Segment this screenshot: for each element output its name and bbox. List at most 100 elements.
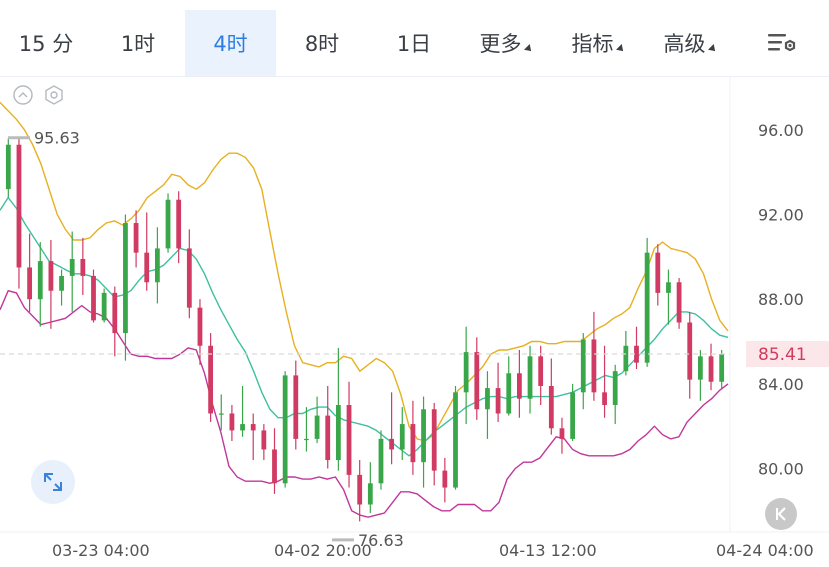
candlestick — [453, 385, 458, 490]
candlestick — [559, 417, 565, 454]
candlestick — [69, 231, 75, 312]
candlestick — [112, 286, 118, 357]
jump-to-latest-button[interactable] — [765, 498, 797, 530]
candle-body — [580, 339, 586, 393]
candlestick — [229, 405, 235, 441]
price-tick-label: 88.00 — [758, 290, 804, 309]
candle-body — [261, 430, 267, 450]
candle-body — [197, 307, 203, 346]
price-axis: 96.00 92.00 88.00 84.00 80.00 — [758, 121, 804, 479]
candlestick — [644, 237, 650, 367]
candlestick — [591, 311, 597, 401]
candlestick — [442, 457, 448, 503]
candlestick — [389, 392, 395, 465]
candlestick — [548, 358, 554, 435]
candle-body — [16, 144, 22, 268]
candlestick — [697, 350, 703, 401]
price-tick-label: 92.00 — [758, 206, 804, 225]
candle-body — [527, 356, 533, 399]
candlestick — [48, 239, 54, 329]
candlestick — [655, 244, 661, 306]
candlestick — [240, 385, 245, 437]
candle-body — [474, 352, 480, 410]
candlestick — [719, 350, 725, 389]
candle-body — [218, 413, 224, 415]
candlestick — [37, 242, 43, 327]
candlestick — [570, 383, 576, 441]
candlestick — [506, 356, 512, 416]
candle-body — [676, 282, 682, 323]
candle-body — [591, 339, 597, 393]
candle-body — [666, 282, 671, 293]
candlestick — [91, 269, 96, 323]
candlestick — [314, 396, 320, 444]
candlestick — [282, 371, 288, 488]
candle-body — [37, 261, 43, 300]
price-chart[interactable]: 96.0092.0088.0084.0080.00 85.41 95.63 76… — [0, 0, 829, 567]
candle-body — [229, 413, 235, 431]
candle-body — [69, 259, 75, 276]
candlestick — [463, 326, 469, 425]
candlestick — [623, 330, 629, 376]
candle-body — [80, 259, 86, 276]
candlestick — [208, 333, 214, 422]
candlestick — [335, 347, 341, 471]
candlestick — [123, 214, 128, 361]
candlestick — [431, 402, 437, 486]
candlestick — [16, 138, 22, 289]
candlestick — [27, 233, 33, 312]
candlestick — [357, 460, 363, 522]
candle-body — [644, 252, 650, 363]
candlestick — [580, 333, 586, 410]
candle-body — [250, 424, 256, 431]
candlestick — [421, 396, 426, 488]
candle-body — [133, 223, 139, 253]
candle-body — [506, 373, 512, 414]
candle-body — [325, 415, 331, 461]
candlestick — [485, 371, 490, 439]
candlestick — [80, 237, 86, 295]
price-tick-label: 84.00 — [758, 375, 804, 394]
candle-body — [378, 438, 384, 484]
time-tick-label: 03-23 04:00 — [52, 541, 150, 560]
candle-body — [399, 424, 405, 450]
candle-body — [442, 470, 448, 488]
candlesticks — [5, 138, 725, 522]
candlestick — [261, 424, 267, 461]
candle-body — [389, 438, 395, 450]
candle-body — [357, 474, 363, 505]
candlestick — [304, 407, 309, 452]
candlestick — [325, 385, 331, 469]
price-tick-label: 80.00 — [758, 460, 804, 479]
candle-body — [144, 252, 150, 283]
candlestick — [144, 212, 150, 291]
candle-body — [538, 356, 544, 386]
expand-chart-button[interactable] — [31, 460, 75, 504]
candle-body — [687, 322, 693, 380]
candle-body — [314, 415, 320, 439]
candlestick — [687, 311, 693, 399]
candlestick — [410, 400, 416, 475]
candle-body — [655, 252, 661, 293]
candle-body — [453, 392, 458, 488]
candle-body — [186, 248, 192, 308]
candlestick — [101, 288, 107, 323]
candle-body — [123, 223, 128, 334]
candle-body — [208, 345, 214, 414]
candlestick — [154, 227, 160, 304]
band-upper-line — [0, 101, 729, 442]
band-mid-line — [0, 196, 729, 457]
candle-body — [697, 356, 703, 380]
candle-body — [719, 354, 725, 382]
candle-body — [431, 409, 437, 471]
candle-body — [101, 292, 107, 321]
candlestick — [516, 350, 522, 418]
candle-body — [463, 352, 469, 393]
candle-body — [485, 388, 490, 410]
skip-back-icon — [776, 507, 786, 521]
candle-body — [708, 356, 714, 382]
time-tick-label: 04-13 12:00 — [499, 541, 597, 560]
candle-body — [165, 199, 171, 249]
candlestick — [602, 345, 607, 418]
candle-body — [27, 267, 33, 300]
